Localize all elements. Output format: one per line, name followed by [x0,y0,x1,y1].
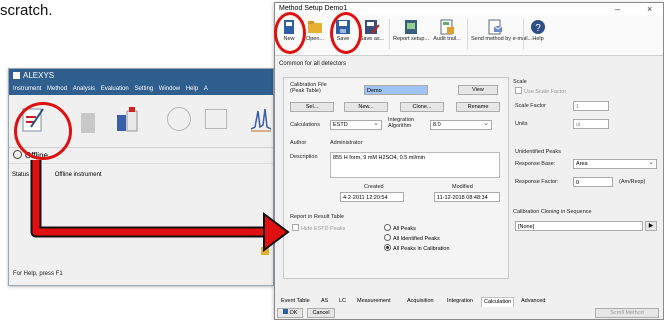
red-arrow [30,160,290,252]
